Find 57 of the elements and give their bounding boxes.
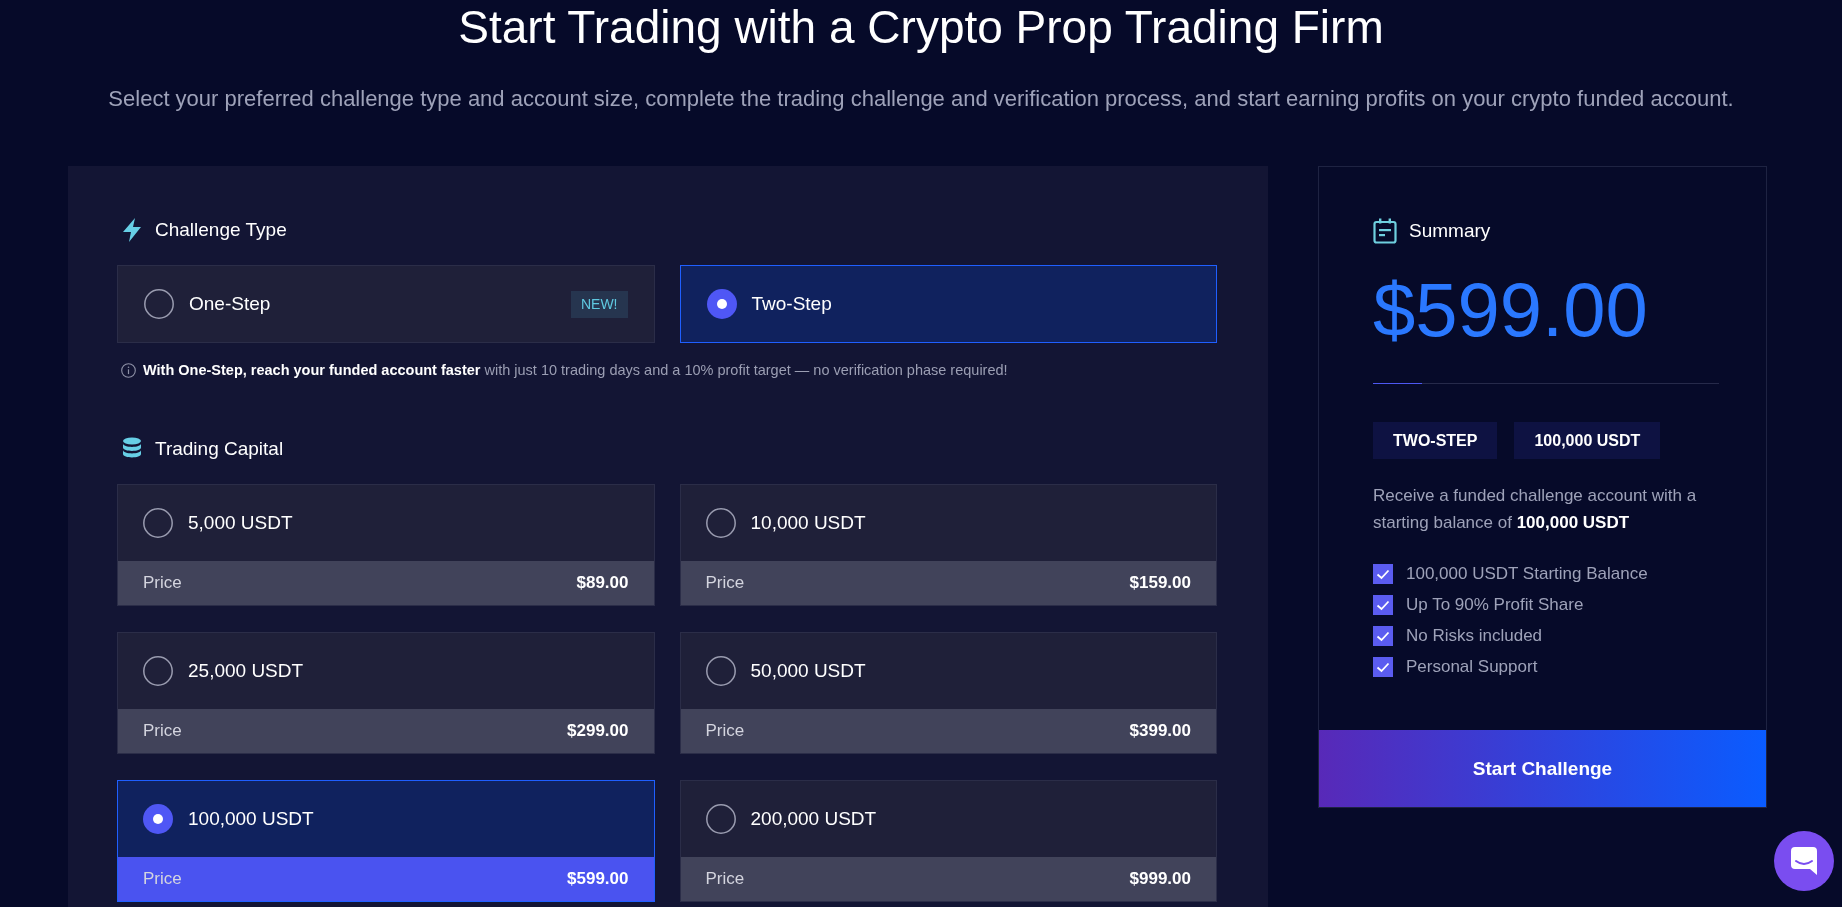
info-icon bbox=[121, 362, 136, 378]
option-label: 5,000 USDT bbox=[188, 512, 293, 534]
summary-tag: TWO-STEP bbox=[1373, 422, 1498, 459]
radio-button[interactable] bbox=[705, 656, 736, 686]
feature-label: 100,000 USDT Starting Balance bbox=[1406, 563, 1648, 584]
price-value: $89.00 bbox=[576, 573, 629, 593]
capital-option[interactable]: 200,000 USDT Price $999.00 bbox=[679, 780, 1217, 902]
notepad-icon bbox=[1373, 218, 1397, 244]
summary-price: $599.00 bbox=[1373, 266, 1648, 354]
feature-label: Up To 90% Profit Share bbox=[1406, 594, 1584, 615]
price-label: Price bbox=[705, 573, 745, 593]
summary-description: Receive a funded challenge account with a starting balance of 100,000 USDT bbox=[1373, 485, 1698, 534]
challenge-option[interactable]: One-Step NEW! bbox=[117, 265, 655, 343]
summary-tag: 100,000 USDT bbox=[1514, 422, 1661, 459]
radio-button[interactable] bbox=[143, 508, 173, 538]
radio-button[interactable] bbox=[706, 289, 737, 319]
chat-icon bbox=[1791, 847, 1817, 875]
capital-option[interactable]: 50,000 USDT Price $399.00 bbox=[679, 632, 1217, 754]
price-label: Price bbox=[143, 869, 182, 889]
feature-label: Personal Support bbox=[1406, 656, 1538, 677]
price-label: Price bbox=[705, 869, 745, 889]
capital-option[interactable]: 100,000 USDT Price $599.00 bbox=[117, 780, 655, 902]
feature-label: No Risks included bbox=[1406, 625, 1543, 646]
new-badge: NEW! bbox=[570, 290, 628, 318]
option-label: Two-Step bbox=[751, 293, 832, 315]
capital-option[interactable]: 25,000 USDT Price $299.00 bbox=[117, 632, 655, 754]
radio-button[interactable] bbox=[144, 289, 174, 319]
section-heading: Challenge Type bbox=[155, 219, 287, 241]
radio-button[interactable] bbox=[143, 804, 173, 834]
option-label: 25,000 USDT bbox=[188, 660, 304, 682]
price-label: Price bbox=[143, 721, 182, 741]
capital-option[interactable]: 5,000 USDT Price $89.00 bbox=[117, 484, 655, 606]
option-label: One-Step bbox=[189, 293, 271, 315]
option-label: 50,000 USDT bbox=[750, 660, 866, 682]
price-label: Price bbox=[705, 721, 745, 741]
challenge-option[interactable]: Two-Step bbox=[679, 265, 1217, 343]
chat-button[interactable] bbox=[1774, 831, 1834, 891]
radio-button[interactable] bbox=[143, 656, 173, 686]
page-title: Start Trading with a Crypto Prop Trading Firm bbox=[458, 0, 1384, 54]
price-value: $299.00 bbox=[567, 721, 629, 741]
option-label: 10,000 USDT bbox=[750, 512, 866, 534]
price-value: $159.00 bbox=[1129, 573, 1191, 593]
summary-heading: Summary bbox=[1409, 220, 1491, 242]
price-value: $599.00 bbox=[567, 869, 629, 889]
price-value: $999.00 bbox=[1129, 869, 1191, 889]
radio-button[interactable] bbox=[705, 804, 736, 834]
start-challenge-button[interactable]: Start Challenge bbox=[1319, 730, 1766, 807]
page-subtitle: Select your preferred challenge type and account size, complete the trading challenge and verification process, and start earning profits on your crypto funded account. bbox=[108, 85, 1734, 113]
price-value: $399.00 bbox=[1129, 721, 1191, 741]
lightning-icon bbox=[122, 218, 142, 242]
radio-button[interactable] bbox=[705, 508, 736, 538]
option-label: 100,000 USDT bbox=[188, 808, 314, 830]
info-note: With One-Step, reach your funded account faster with just 10 trading days and a 10% profit target — no verification phase required! bbox=[143, 361, 1008, 380]
price-label: Price bbox=[143, 573, 182, 593]
capital-option[interactable]: 10,000 USDT Price $159.00 bbox=[679, 484, 1217, 606]
option-label: 200,000 USDT bbox=[750, 808, 877, 830]
section-heading: Trading Capital bbox=[155, 438, 284, 460]
